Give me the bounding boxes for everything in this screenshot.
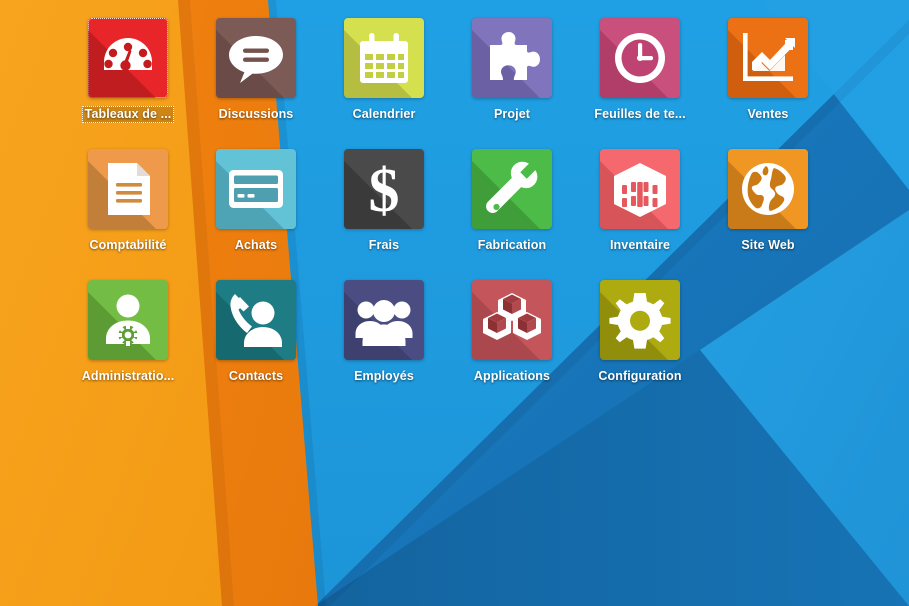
desktop-icon-label[interactable]: Frais — [366, 237, 402, 254]
desktop-icon-fabrication[interactable]: Fabrication — [448, 149, 576, 281]
desktop-icon-label[interactable]: Inventaire — [607, 237, 673, 254]
globe-icon-glyph — [742, 163, 794, 215]
clock-icon-glyph — [615, 33, 665, 83]
desktop-icon-label[interactable]: Fabrication — [475, 237, 549, 254]
calendar-icon[interactable] — [344, 18, 424, 98]
desktop-icon-tableaux-de[interactable]: Tableaux de ... — [64, 18, 192, 150]
boxes-stack-icon-glyph — [483, 293, 541, 340]
desktop-icon-employ-s[interactable]: Employés — [320, 280, 448, 412]
calendar-icon-glyph — [360, 33, 408, 83]
desktop-icon-label[interactable]: Tableaux de ... — [81, 106, 175, 123]
desktop-icon-discussions[interactable]: Discussions — [192, 18, 320, 150]
people-group-icon-glyph — [355, 300, 413, 346]
desktop-icon-label[interactable]: Ventes — [745, 106, 792, 123]
desktop-icon-label[interactable]: Achats — [232, 237, 280, 254]
desktop-icon-grid[interactable]: Tableaux de ... Discussions Calendrier P… — [0, 0, 909, 606]
desktop-icon-label[interactable]: Administratio... — [79, 368, 178, 385]
speech-bubble-icon-glyph — [229, 36, 283, 83]
dashboard-gauge-icon-glyph — [104, 38, 152, 71]
desktop-icon-inventaire[interactable]: Inventaire — [576, 149, 704, 281]
warehouse-icon-glyph — [614, 163, 666, 217]
desktop-icon-applications[interactable]: Applications — [448, 280, 576, 412]
desktop-icon-label[interactable]: Contacts — [226, 368, 286, 385]
desktop-icon-calendrier[interactable]: Calendrier — [320, 18, 448, 150]
desktop-icon-configuration[interactable]: Configuration — [576, 280, 704, 412]
speech-bubble-icon[interactable] — [216, 18, 296, 98]
wrench-icon-glyph — [486, 161, 538, 213]
desktop-icon-projet[interactable]: Projet — [448, 18, 576, 150]
desktop-icon-label[interactable]: Projet — [491, 106, 533, 123]
svg-text:$: $ — [369, 157, 400, 225]
credit-card-icon-glyph — [229, 170, 283, 208]
desktop-icon-frais[interactable]: $ Frais — [320, 149, 448, 281]
gear-icon-glyph — [609, 293, 671, 349]
sales-chart-arrow-icon-glyph — [743, 33, 795, 81]
people-group-icon[interactable] — [344, 280, 424, 360]
globe-icon[interactable] — [728, 149, 808, 229]
boxes-stack-icon[interactable] — [472, 280, 552, 360]
desktop-icon-feuilles-de-te[interactable]: Feuilles de te... — [576, 18, 704, 150]
warehouse-icon[interactable] — [600, 149, 680, 229]
desktop-icon-label[interactable]: Employés — [351, 368, 417, 385]
desktop-icon-ventes[interactable]: Ventes — [704, 18, 832, 150]
clock-icon[interactable] — [600, 18, 680, 98]
document-icon[interactable] — [88, 149, 168, 229]
wrench-icon[interactable] — [472, 149, 552, 229]
desktop-icon-label[interactable]: Calendrier — [350, 106, 419, 123]
sales-chart-arrow-icon[interactable] — [728, 18, 808, 98]
document-icon-glyph — [108, 163, 150, 215]
desktop-icon-label[interactable]: Site Web — [738, 237, 797, 254]
desktop-icon-administratio[interactable]: Administratio... — [64, 280, 192, 412]
puzzle-piece-icon-glyph — [490, 32, 540, 80]
user-settings-icon-glyph — [106, 294, 150, 346]
desktop-icon-label[interactable]: Applications — [471, 368, 553, 385]
desktop-icon-label[interactable]: Configuration — [595, 368, 684, 385]
desktop-icon-comptabilit[interactable]: Comptabilité — [64, 149, 192, 281]
desktop-icon-achats[interactable]: Achats — [192, 149, 320, 281]
phone-contact-icon[interactable] — [216, 280, 296, 360]
dashboard-gauge-icon[interactable] — [88, 18, 168, 98]
user-settings-icon[interactable] — [88, 280, 168, 360]
desktop[interactable]: Tableaux de ... Discussions Calendrier P… — [0, 0, 909, 606]
desktop-icon-contacts[interactable]: Contacts — [192, 280, 320, 412]
desktop-icon-label[interactable]: Discussions — [216, 106, 297, 123]
desktop-icon-label[interactable]: Comptabilité — [87, 237, 170, 254]
dollar-sign-icon[interactable]: $ — [344, 149, 424, 229]
phone-contact-icon-glyph — [230, 294, 282, 347]
desktop-icon-site-web[interactable]: Site Web — [704, 149, 832, 281]
desktop-icon-label[interactable]: Feuilles de te... — [591, 106, 688, 123]
dollar-sign-icon-glyph: $ — [369, 157, 400, 225]
credit-card-icon[interactable] — [216, 149, 296, 229]
gear-icon[interactable] — [600, 280, 680, 360]
puzzle-piece-icon[interactable] — [472, 18, 552, 98]
